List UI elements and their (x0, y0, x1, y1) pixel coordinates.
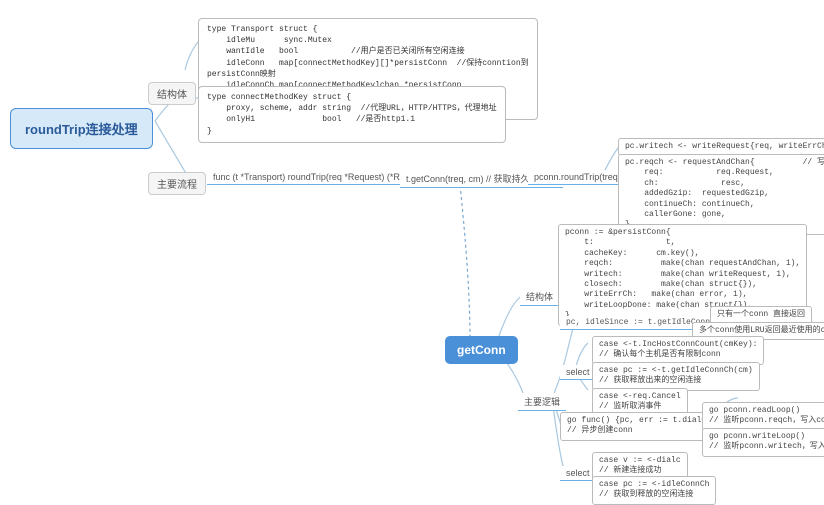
flow-pconn-roundtrip: pconn.roundTrip(treq) (528, 170, 627, 185)
select-2: select (560, 466, 596, 481)
branch-struct: 结构体 (148, 82, 196, 105)
getconn-badge: getConn (445, 336, 518, 364)
connectmethodkey-code: type connectMethodKey struct { proxy, sc… (198, 86, 506, 143)
writeloop: go pconn.writeLoop() // 监听pconn.writech，… (702, 428, 824, 457)
readloop: go pconn.readLoop() // 监听pconn.reqch，写入c… (702, 402, 824, 431)
select-inchost: case <-t.IncHostConnCount(cmKey): // 确认每… (592, 336, 764, 365)
branch-flow: 主要流程 (148, 172, 206, 195)
root-node: roundTrip连接处理 (10, 108, 153, 149)
select-idlech: case pc := <-t.getIdleConnCh(cm) // 获取释放… (592, 362, 760, 391)
getconn-struct-label: 结构体 (520, 288, 559, 306)
select-idleconnch: case pc := <-idleConnCh // 获取到释放的空闲连接 (592, 476, 716, 505)
getconn-logic-label: 主要逻辑 (518, 393, 566, 411)
reqch-code: pc.reqch <- requestAndChan{ // 写pc.reqch… (618, 154, 824, 235)
select-1: select (560, 365, 596, 380)
